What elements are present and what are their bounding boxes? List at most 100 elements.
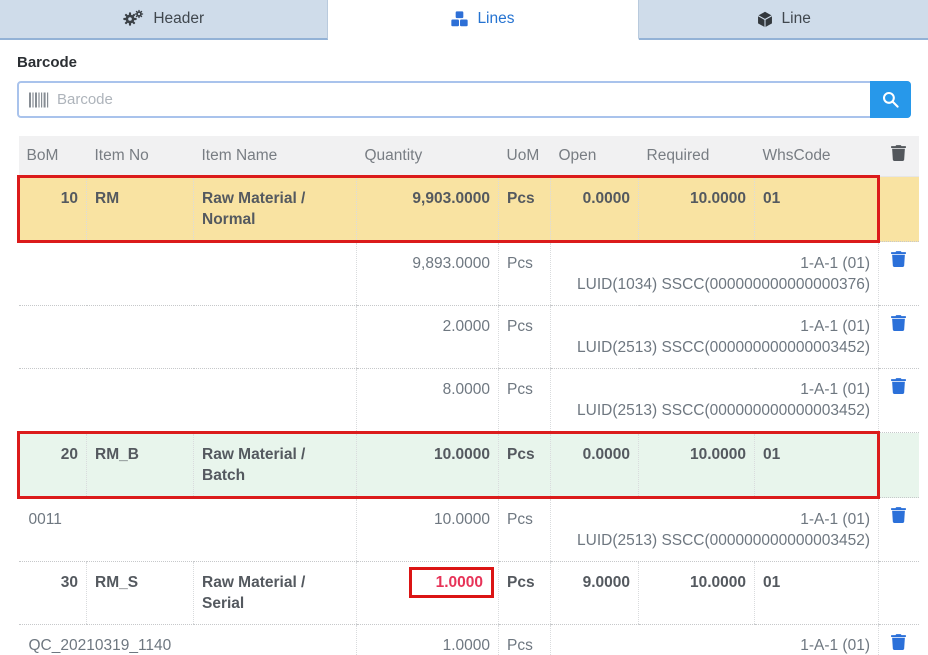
open-cell: 0.0000 <box>551 433 639 498</box>
bin-location: 1-A-1 (01) <box>559 635 870 655</box>
luid-sscc: LUID(2513) SSCC(000000000000003452) <box>559 337 870 358</box>
search-icon <box>881 90 900 109</box>
bom-cell: 20 <box>19 433 87 498</box>
batch-detail-row: 8.0000Pcs1-A-1 (01)LUID(2513) SSCC(00000… <box>19 369 919 433</box>
bin-location: 1-A-1 (01) <box>559 379 870 400</box>
uom-cell: Pcs <box>499 433 551 498</box>
trash-icon <box>891 511 906 526</box>
lines-screen: Header Lines Line Barcode <box>0 0 928 655</box>
item-name-cell: Raw Material / Serial <box>194 562 357 625</box>
tab-bar: Header Lines Line <box>0 0 928 40</box>
bin-allocation-cell: 1-A-1 (01)LUID(2513) SSCC(00000000000000… <box>551 306 879 369</box>
col-header-bom: BoM <box>19 136 87 177</box>
luid-sscc: LUID(2513) SSCC(000000000000003452) <box>559 400 870 421</box>
batch-detail-row: 2.0000Pcs1-A-1 (01)LUID(2513) SSCC(00000… <box>19 306 919 369</box>
uom-cell: Pcs <box>499 306 551 369</box>
batch-detail-row: QC_20210319_11401.0000Pcs1-A-1 (01)LUID(… <box>19 625 919 655</box>
item-name-cell: Raw Material / Normal <box>194 177 357 242</box>
col-header-item-name: Item Name <box>194 136 357 177</box>
uom-cell: Pcs <box>499 498 551 562</box>
uom-cell: Pcs <box>499 242 551 306</box>
batch-label-cell: 0011 <box>19 498 357 562</box>
tab-header[interactable]: Header <box>0 0 328 40</box>
batch-label-cell: QC_20210319_1140 <box>19 625 357 655</box>
trash-icon <box>891 638 906 653</box>
batch-label-cell <box>19 242 357 306</box>
item-no-cell: RM <box>87 177 194 242</box>
uom-cell: Pcs <box>499 625 551 655</box>
bin-allocation-cell: 1-A-1 (01)LUID(2513) SSCC(00000000000000… <box>551 369 879 433</box>
item-name-cell: Raw Material / Batch <box>194 433 357 498</box>
item-row: 30RM_SRaw Material / Serial1.0000Pcs9.00… <box>19 562 919 625</box>
barcode-label: Barcode <box>17 54 911 71</box>
delete-line-button[interactable] <box>891 314 906 334</box>
item-row: 20RM_BRaw Material / Batch10.0000Pcs0.00… <box>19 433 919 498</box>
barcode-icon <box>29 92 49 107</box>
delete-cell <box>879 177 919 242</box>
batch-label-cell <box>19 369 357 433</box>
delete-cell <box>879 242 919 306</box>
header-trash-icon[interactable] <box>891 144 906 161</box>
whscode-cell: 01 <box>755 562 879 625</box>
uom-cell: Pcs <box>499 562 551 625</box>
col-header-item-no: Item No <box>87 136 194 177</box>
bin-allocation-cell: 1-A-1 (01)LUID(2156) SSCC(00000000000000… <box>551 625 879 655</box>
barcode-input[interactable] <box>19 83 909 116</box>
required-cell: 10.0000 <box>639 562 755 625</box>
tab-header-label: Header <box>153 10 204 28</box>
col-header-uom: UoM <box>499 136 551 177</box>
delete-cell <box>879 562 919 625</box>
trash-icon <box>891 319 906 334</box>
trash-icon <box>891 255 906 270</box>
quantity-cell: 1.0000 <box>357 562 499 625</box>
delete-cell <box>879 306 919 369</box>
required-cell: 10.0000 <box>639 177 755 242</box>
luid-sscc: LUID(1034) SSCC(000000000000000376) <box>559 274 870 295</box>
delete-line-button[interactable] <box>891 506 906 526</box>
item-row: 10RMRaw Material / Normal9,903.0000Pcs0.… <box>19 177 919 242</box>
batch-detail-row: 001110.0000Pcs1-A-1 (01)LUID(2513) SSCC(… <box>19 498 919 562</box>
batch-detail-row: 9,893.0000Pcs1-A-1 (01)LUID(1034) SSCC(0… <box>19 242 919 306</box>
quantity-cell: 9,893.0000 <box>357 242 499 306</box>
quantity-cell: 10.0000 <box>357 433 499 498</box>
quantity-alert-box: 1.0000 <box>409 567 494 598</box>
bin-location: 1-A-1 (01) <box>559 253 870 274</box>
gears-icon <box>122 11 144 27</box>
bin-location: 1-A-1 (01) <box>559 316 870 337</box>
quantity-cell: 2.0000 <box>357 306 499 369</box>
quantity-cell: 1.0000 <box>357 625 499 655</box>
open-cell: 9.0000 <box>551 562 639 625</box>
quantity-cell: 9,903.0000 <box>357 177 499 242</box>
bin-allocation-cell: 1-A-1 (01)LUID(1034) SSCC(00000000000000… <box>551 242 879 306</box>
delete-cell <box>879 369 919 433</box>
col-header-quantity: Quantity <box>357 136 499 177</box>
uom-cell: Pcs <box>499 369 551 433</box>
cube-icon <box>757 11 773 28</box>
col-header-open: Open <box>551 136 639 177</box>
tab-lines-label: Lines <box>477 10 514 28</box>
open-cell: 0.0000 <box>551 177 639 242</box>
lines-table-body: 10RMRaw Material / Normal9,903.0000Pcs0.… <box>19 177 919 655</box>
delete-line-button[interactable] <box>891 377 906 397</box>
item-no-cell: RM_B <box>87 433 194 498</box>
bin-allocation-cell: 1-A-1 (01)LUID(2513) SSCC(00000000000000… <box>551 498 879 562</box>
bin-location: 1-A-1 (01) <box>559 509 870 530</box>
uom-cell: Pcs <box>499 177 551 242</box>
quantity-cell: 8.0000 <box>357 369 499 433</box>
lines-table: BoM Item No Item Name Quantity UoM Open … <box>17 136 919 655</box>
luid-sscc: LUID(2513) SSCC(000000000000003452) <box>559 530 870 551</box>
delete-line-button[interactable] <box>891 250 906 270</box>
barcode-search-button[interactable] <box>870 81 911 118</box>
whscode-cell: 01 <box>755 433 879 498</box>
tab-line[interactable]: Line <box>639 0 928 40</box>
quantity-cell: 10.0000 <box>357 498 499 562</box>
col-header-required: Required <box>639 136 755 177</box>
bom-cell: 30 <box>19 562 87 625</box>
delete-cell <box>879 625 919 655</box>
tab-lines[interactable]: Lines <box>328 0 640 40</box>
tab-line-label: Line <box>782 10 811 28</box>
required-cell: 10.0000 <box>639 433 755 498</box>
col-header-whscode: WhsCode <box>755 136 879 177</box>
barcode-input-group <box>17 81 911 118</box>
delete-line-button[interactable] <box>891 633 906 653</box>
